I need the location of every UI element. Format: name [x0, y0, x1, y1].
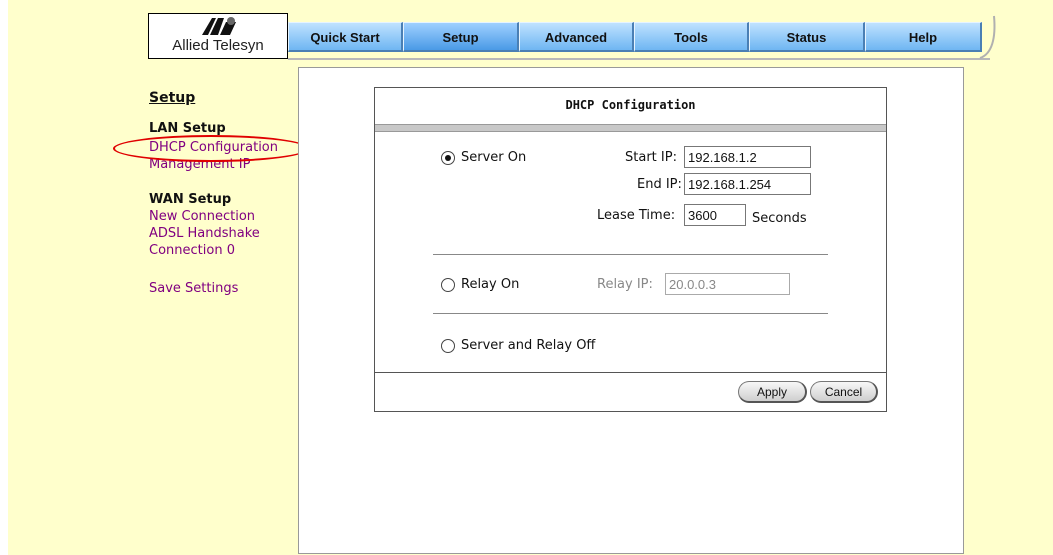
tabbar-underline [288, 58, 990, 60]
end-ip-input[interactable] [684, 173, 811, 195]
annotation-highlight-ellipse [113, 135, 309, 162]
start-ip-input[interactable] [684, 146, 811, 168]
cancel-button[interactable]: Cancel [810, 381, 878, 403]
server-on-label: Server On [461, 150, 527, 165]
lease-time-input[interactable] [684, 204, 746, 226]
sidebar-heading-wan: WAN Setup [149, 192, 232, 207]
main-nav-tabs: Quick Start Setup Advanced Tools Status … [288, 22, 982, 58]
brand-name: Allied Telesyn [172, 37, 264, 54]
sidebar-item-save-settings[interactable]: Save Settings [149, 281, 238, 296]
server-on-radio[interactable] [441, 151, 455, 165]
tab-advanced[interactable]: Advanced [519, 22, 634, 52]
relay-ip-label: Relay IP: [597, 277, 653, 292]
tab-help[interactable]: Help [865, 22, 982, 52]
end-ip-label: End IP: [637, 177, 682, 192]
sidebar-item-connection-0[interactable]: Connection 0 [149, 243, 235, 258]
relay-ip-input[interactable] [665, 273, 790, 295]
sidebar-item-new-connection[interactable]: New Connection [149, 209, 255, 224]
apply-button[interactable]: Apply [738, 381, 807, 403]
panel-title: DHCP Configuration [565, 98, 696, 112]
start-ip-label: Start IP: [625, 150, 677, 165]
separator [433, 313, 828, 314]
tab-status[interactable]: Status [749, 22, 865, 52]
tab-quick-start[interactable]: Quick Start [288, 22, 403, 52]
panel-title-bar [375, 124, 886, 132]
server-and-relay-off-radio[interactable] [441, 339, 455, 353]
relay-on-label: Relay On [461, 277, 520, 292]
server-and-relay-off-label: Server and Relay Off [461, 338, 596, 353]
tabbar-curve-decoration [979, 15, 996, 59]
brand-logo[interactable]: Allied Telesyn [148, 13, 288, 59]
separator [433, 254, 828, 255]
lease-time-unit: Seconds [752, 211, 807, 226]
allied-telesyn-logo-icon [202, 17, 236, 35]
tab-setup[interactable]: Setup [403, 22, 519, 52]
relay-on-radio[interactable] [441, 278, 455, 292]
sidebar-title[interactable]: Setup [149, 90, 195, 106]
lease-time-label: Lease Time: [597, 208, 676, 223]
sidebar-heading-lan: LAN Setup [149, 121, 226, 136]
tab-tools[interactable]: Tools [634, 22, 749, 52]
panel-footer-separator [375, 372, 886, 373]
dhcp-configuration-panel: DHCP Configuration Server On Start IP: E… [374, 87, 887, 412]
sidebar-item-adsl-handshake[interactable]: ADSL Handshake [149, 226, 260, 241]
